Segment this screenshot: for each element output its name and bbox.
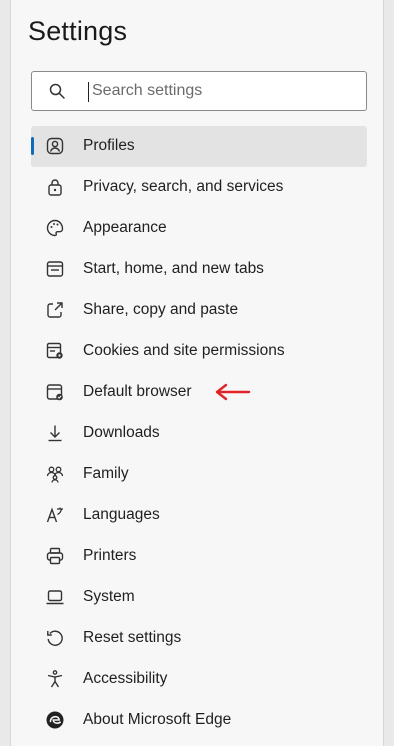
search-icon	[49, 83, 65, 99]
printer-icon	[45, 546, 65, 566]
nav-item-accessibility[interactable]: Accessibility	[31, 659, 367, 700]
languages-icon	[45, 505, 65, 525]
nav-item-label: Languages	[83, 506, 160, 523]
system-icon	[45, 587, 65, 607]
nav-item-family[interactable]: Family	[31, 454, 367, 495]
page-title: Settings	[28, 16, 128, 46]
nav-item-label: Share, copy and paste	[83, 301, 239, 318]
nav-item-label: Printers	[83, 547, 137, 564]
nav-item-appearance[interactable]: Appearance	[31, 208, 367, 249]
start-home-icon	[45, 259, 65, 279]
nav-item-about[interactable]: About Microsoft Edge	[31, 700, 367, 741]
nav-item-share[interactable]: Share, copy and paste	[31, 290, 367, 331]
download-icon	[45, 423, 65, 443]
search-input[interactable]	[92, 78, 352, 104]
nav-item-system[interactable]: System	[31, 577, 367, 618]
nav-item-profiles[interactable]: Profiles	[31, 126, 367, 167]
nav-item-label: System	[83, 588, 135, 605]
nav-item-label: Default browser	[83, 383, 192, 400]
nav-item-label: Appearance	[83, 219, 167, 236]
nav-item-languages[interactable]: Languages	[31, 495, 367, 536]
profiles-icon	[45, 136, 65, 156]
nav-item-label: Profiles	[83, 137, 135, 154]
nav-item-label: Downloads	[83, 424, 160, 441]
annotation-arrow-icon	[215, 383, 251, 401]
settings-nav: Profiles Privacy, search, and services A…	[31, 126, 367, 741]
search-box[interactable]	[31, 71, 367, 111]
appearance-icon	[45, 218, 65, 238]
family-icon	[45, 464, 65, 484]
nav-item-reset[interactable]: Reset settings	[31, 618, 367, 659]
settings-panel: Settings Profiles Privacy, search, and s…	[10, 0, 384, 746]
accessibility-icon	[45, 669, 65, 689]
nav-item-start-home[interactable]: Start, home, and new tabs	[31, 249, 367, 290]
nav-item-printers[interactable]: Printers	[31, 536, 367, 577]
text-cursor	[88, 82, 89, 102]
lock-icon	[45, 177, 65, 197]
edge-logo-icon	[45, 710, 65, 730]
nav-item-label: Reset settings	[83, 629, 182, 646]
cookies-icon	[45, 341, 65, 361]
share-icon	[45, 300, 65, 320]
default-browser-icon	[45, 382, 65, 402]
nav-item-downloads[interactable]: Downloads	[31, 413, 367, 454]
reset-icon	[45, 628, 65, 648]
nav-item-label: Family	[83, 465, 129, 482]
nav-item-label: Start, home, and new tabs	[83, 260, 264, 277]
nav-item-label: Accessibility	[83, 670, 168, 687]
nav-item-label: Cookies and site permissions	[83, 342, 285, 359]
nav-item-label: About Microsoft Edge	[83, 711, 232, 728]
nav-item-privacy[interactable]: Privacy, search, and services	[31, 167, 367, 208]
nav-item-label: Privacy, search, and services	[83, 178, 284, 195]
nav-item-cookies[interactable]: Cookies and site permissions	[31, 331, 367, 372]
active-indicator	[31, 137, 34, 155]
nav-item-default-browser[interactable]: Default browser	[31, 372, 367, 413]
